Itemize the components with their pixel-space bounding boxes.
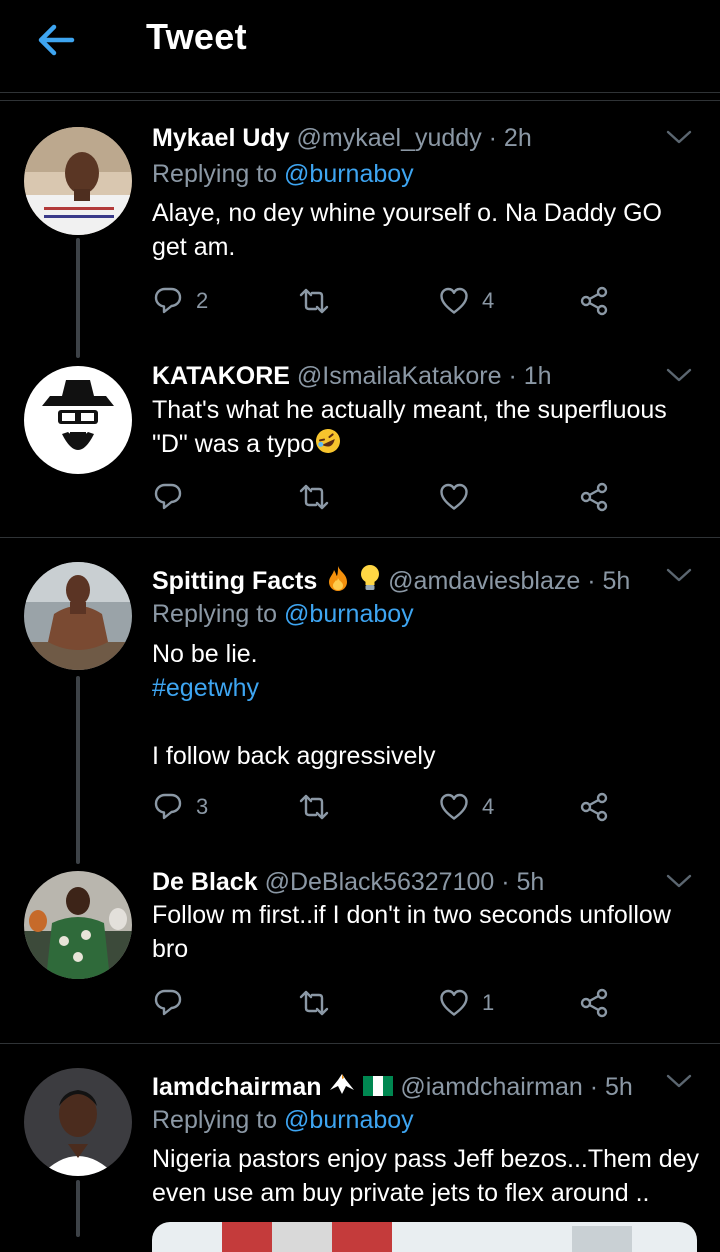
author-name[interactable]: Spitting Facts bbox=[152, 567, 317, 595]
author-handle[interactable]: @DeBlack56327100 bbox=[265, 868, 495, 896]
thread-line bbox=[76, 1180, 80, 1237]
retweet-icon bbox=[299, 990, 329, 1016]
chevron-down-icon[interactable] bbox=[666, 873, 692, 889]
tweet-text: That's what he actually meant, the super… bbox=[152, 393, 702, 461]
top-app-bar: Tweet bbox=[0, 0, 720, 93]
like-button[interactable]: 1 bbox=[438, 983, 494, 1023]
tweet-text: Nigeria pastors enjoy pass Jeff bezos...… bbox=[152, 1145, 700, 1207]
retweet-button[interactable] bbox=[298, 983, 330, 1023]
chevron-down-icon[interactable] bbox=[666, 1073, 692, 1089]
back-arrow-icon[interactable] bbox=[32, 18, 80, 62]
share-icon bbox=[580, 988, 608, 1018]
reply-count: 2 bbox=[196, 288, 209, 313]
fire-emoji-icon bbox=[329, 566, 348, 591]
retweet-button[interactable] bbox=[298, 477, 330, 517]
reply-count: 3 bbox=[196, 794, 209, 819]
reply-button[interactable] bbox=[152, 983, 196, 1023]
like-button[interactable] bbox=[438, 477, 482, 517]
author-handle[interactable]: @amdaviesblaze bbox=[388, 567, 580, 595]
share-icon bbox=[580, 482, 608, 512]
retweet-icon bbox=[299, 484, 329, 510]
eagle-emoji-icon bbox=[330, 1074, 355, 1094]
thread-line bbox=[76, 676, 80, 864]
reply-button[interactable]: 2 bbox=[152, 281, 208, 321]
avatar[interactable] bbox=[24, 562, 132, 670]
timestamp: · 5h bbox=[501, 868, 545, 896]
like-icon bbox=[440, 287, 468, 314]
author-name[interactable]: KATAKORE bbox=[152, 362, 290, 390]
reply-icon bbox=[154, 989, 182, 1016]
share-button[interactable] bbox=[578, 477, 610, 517]
page-title: Tweet bbox=[146, 16, 247, 57]
tweet-text-line: I follow back aggressively bbox=[152, 742, 436, 770]
retweet-icon bbox=[299, 794, 329, 820]
retweet-button[interactable] bbox=[298, 787, 330, 827]
replying-label: Replying to bbox=[152, 1106, 278, 1134]
lightbulb-emoji-icon bbox=[361, 565, 380, 590]
thread-line bbox=[76, 238, 80, 358]
reply-icon bbox=[154, 793, 182, 820]
retweet-icon bbox=[299, 288, 329, 314]
author-name[interactable]: Iamdchairman bbox=[152, 1073, 322, 1101]
like-icon bbox=[440, 793, 468, 820]
timestamp: · 5h bbox=[589, 1073, 633, 1101]
like-count: 4 bbox=[482, 288, 495, 313]
divider bbox=[0, 100, 720, 101]
chevron-down-icon[interactable] bbox=[666, 567, 692, 583]
tweet-media-image[interactable] bbox=[152, 1222, 697, 1252]
timestamp: · 5h bbox=[587, 567, 631, 595]
share-button[interactable] bbox=[578, 281, 610, 321]
replying-label: Replying to bbox=[152, 600, 278, 628]
mention-link[interactable]: @burnaboy bbox=[284, 600, 414, 628]
chevron-down-icon[interactable] bbox=[666, 129, 692, 145]
action-bar: 1 bbox=[152, 983, 622, 1023]
retweet-button[interactable] bbox=[298, 281, 330, 321]
share-icon bbox=[580, 792, 608, 822]
tweet-text: Alaye, no dey whine yourself o. Na Daddy… bbox=[152, 199, 662, 261]
rolling-laughing-emoji-icon bbox=[316, 429, 341, 453]
like-count: 4 bbox=[482, 794, 495, 819]
mention-link[interactable]: @burnaboy bbox=[284, 160, 414, 188]
divider bbox=[0, 1043, 720, 1044]
like-button[interactable]: 4 bbox=[438, 281, 494, 321]
divider bbox=[0, 537, 720, 538]
reply-button[interactable] bbox=[152, 477, 196, 517]
share-icon bbox=[580, 286, 608, 316]
like-icon bbox=[440, 483, 468, 510]
author-handle[interactable]: @iamdchairman bbox=[400, 1073, 582, 1101]
author-handle[interactable]: @IsmailaKatakore bbox=[297, 362, 502, 390]
author-name[interactable]: De Black bbox=[152, 868, 258, 896]
author-handle[interactable]: @mykael_yuddy bbox=[297, 124, 482, 152]
chevron-down-icon[interactable] bbox=[666, 367, 692, 383]
nigeria-flag-icon bbox=[363, 1076, 394, 1096]
avatar[interactable] bbox=[24, 366, 132, 474]
share-button[interactable] bbox=[578, 787, 610, 827]
timestamp: · 2h bbox=[488, 124, 532, 152]
tweet-text-line: No be lie. bbox=[152, 640, 258, 668]
author-name[interactable]: Mykael Udy bbox=[152, 124, 290, 152]
action-bar bbox=[152, 477, 622, 517]
reply-button[interactable]: 3 bbox=[152, 787, 208, 827]
like-button[interactable]: 4 bbox=[438, 787, 494, 827]
replying-to: Replying to @burnaboy bbox=[152, 1106, 414, 1135]
action-bar: 3 4 bbox=[152, 787, 622, 827]
reply-icon bbox=[154, 483, 182, 510]
tweet-text: No be lie. #egetwhy I follow back aggres… bbox=[152, 637, 702, 773]
tweet-text-content: That's what he actually meant, the super… bbox=[152, 396, 667, 458]
avatar[interactable] bbox=[24, 871, 132, 979]
reply-icon bbox=[154, 287, 182, 314]
replying-to: Replying to @burnaboy bbox=[152, 600, 414, 629]
mention-link[interactable]: @burnaboy bbox=[284, 1106, 414, 1134]
hashtag-link[interactable]: #egetwhy bbox=[152, 671, 702, 705]
like-count: 1 bbox=[482, 990, 495, 1015]
timestamp: · 1h bbox=[508, 362, 552, 390]
share-button[interactable] bbox=[578, 983, 610, 1023]
action-bar: 2 4 bbox=[152, 281, 622, 321]
avatar[interactable] bbox=[24, 127, 132, 235]
like-icon bbox=[440, 989, 468, 1016]
replying-label: Replying to bbox=[152, 160, 278, 188]
tweet-text: Follow m first..if I don't in two second… bbox=[152, 901, 671, 963]
avatar[interactable] bbox=[24, 1068, 132, 1176]
replying-to: Replying to @burnaboy bbox=[152, 160, 414, 189]
